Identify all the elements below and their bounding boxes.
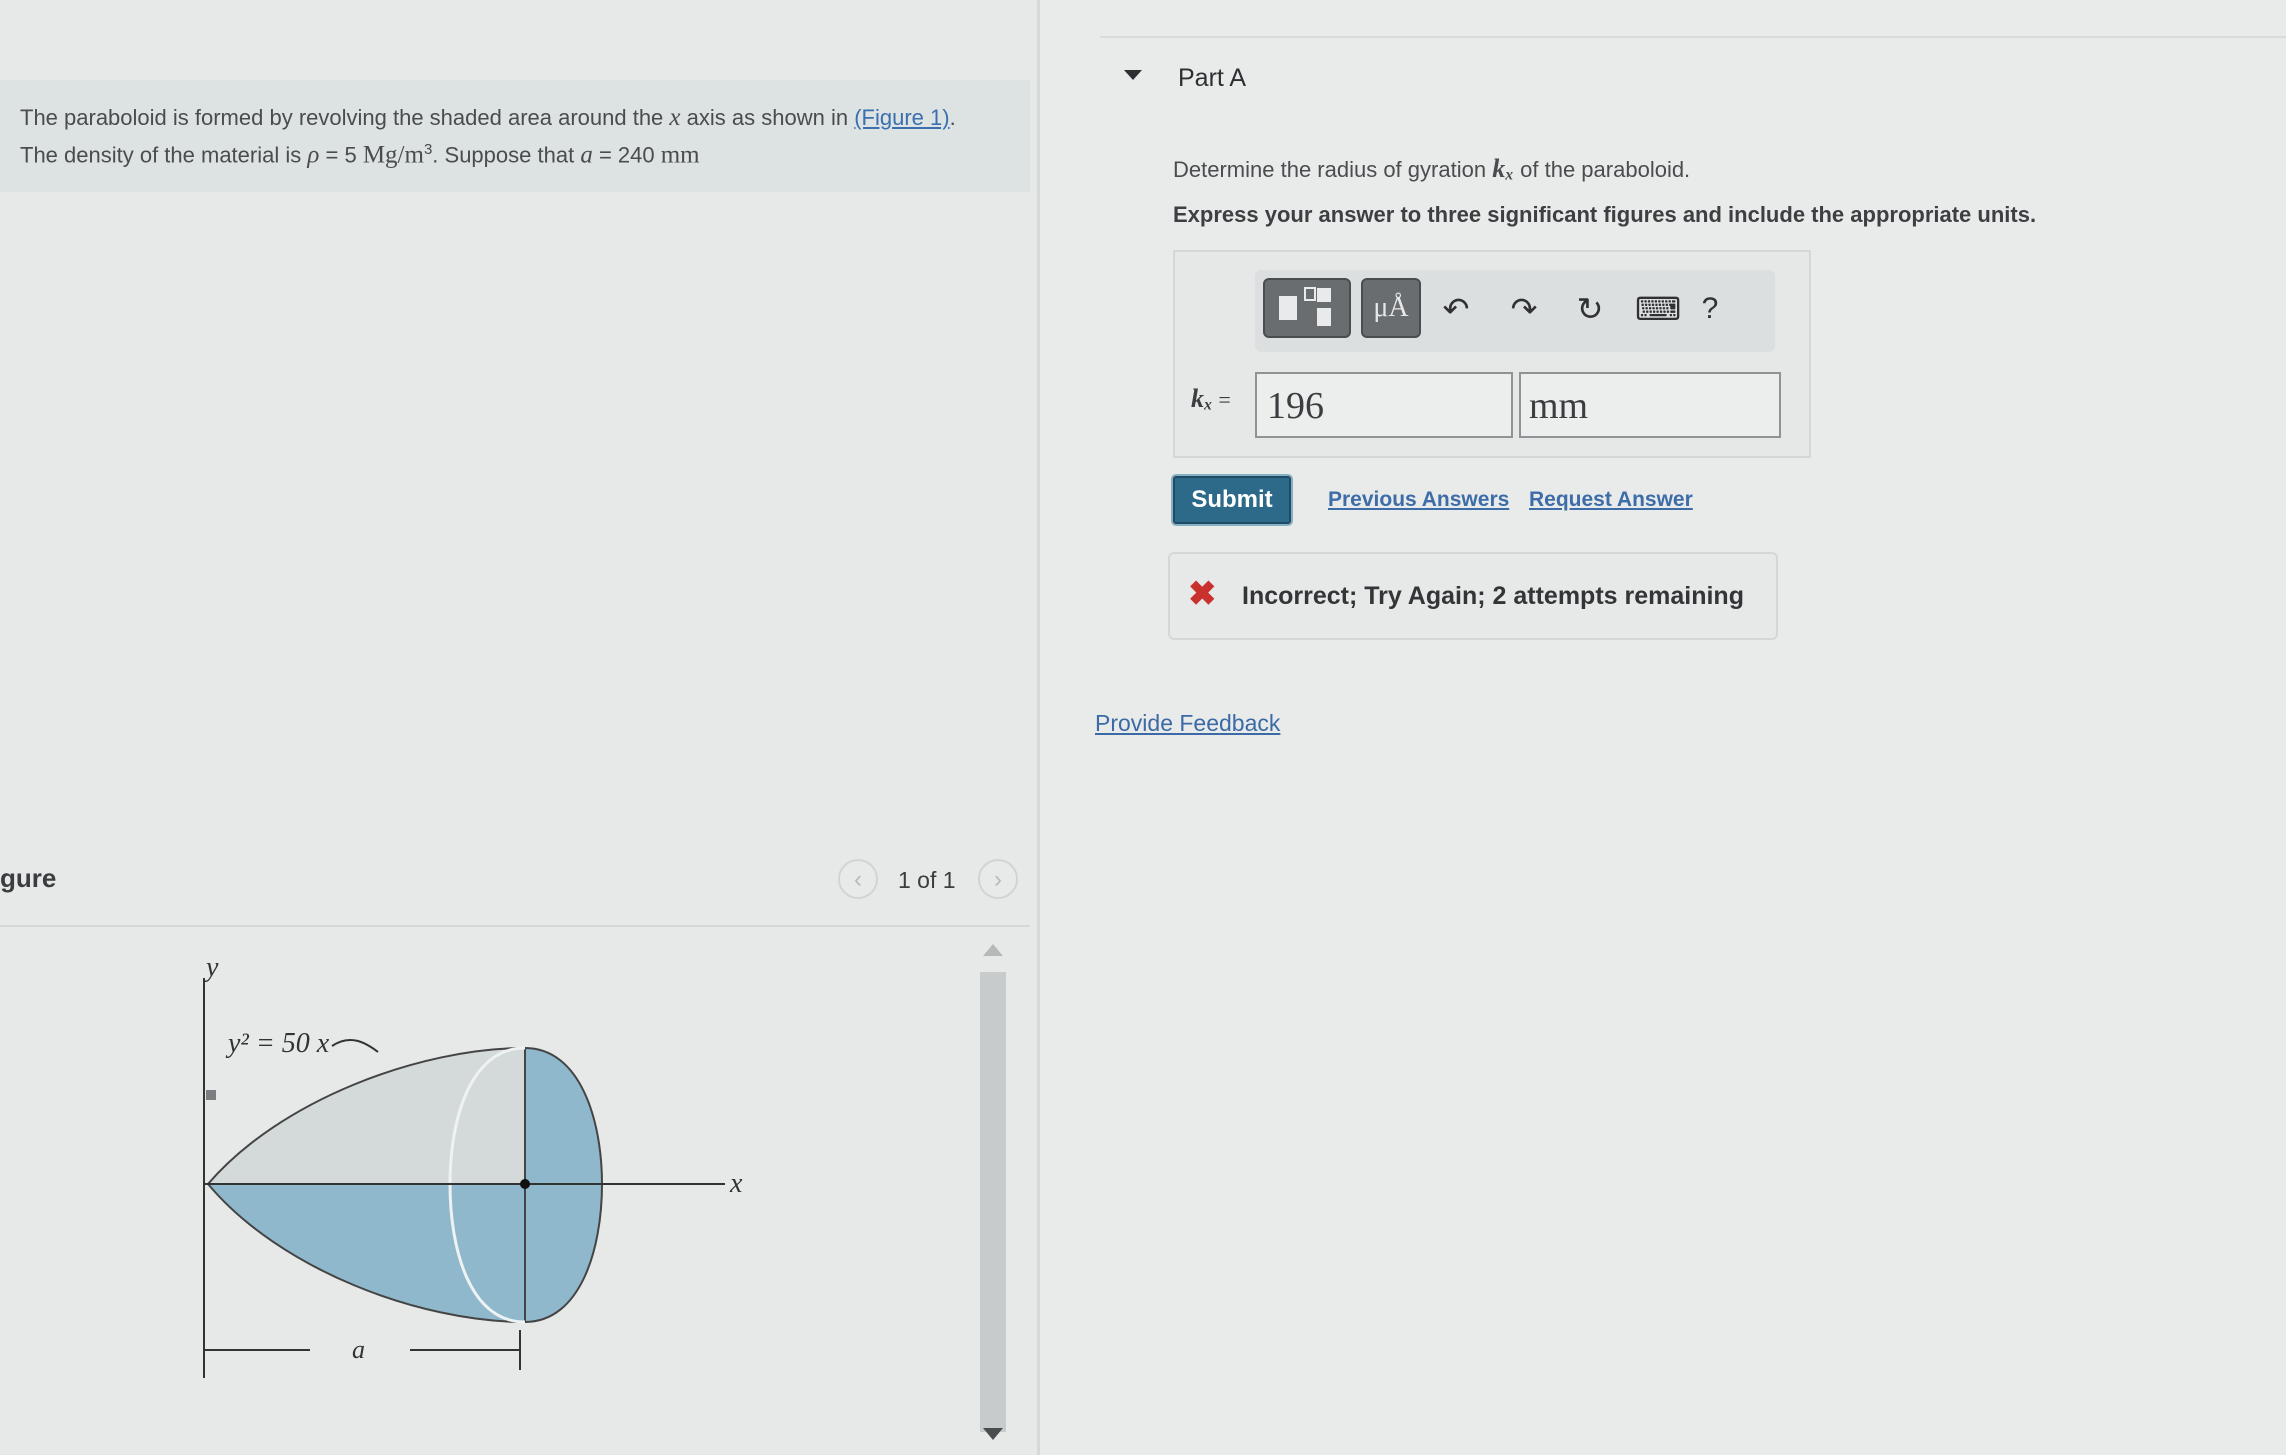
dimension-a-label: a [352, 1335, 365, 1364]
paraboloid-figure: y x y² = 50 x a [203, 952, 743, 1378]
problem-pane: The paraboloid is formed by revolving th… [0, 0, 1040, 1455]
next-figure-button[interactable]: › [978, 859, 1018, 899]
answer-box: μÅ ↶ ↷ ↻ ⌨ ? kₓ = 196 mm [1173, 250, 1811, 458]
question-var: kₓ [1492, 154, 1515, 183]
math-toolbar: μÅ ↶ ↷ ↻ ⌨ ? [1255, 270, 1775, 352]
figure-title: gure [0, 863, 57, 893]
reset-icon[interactable]: ↻ [1569, 288, 1611, 330]
problem-text: The paraboloid is formed by revolving th… [20, 102, 1020, 171]
centroid-dot [520, 1179, 530, 1189]
templates-button[interactable] [1263, 278, 1351, 338]
rho-value: = 5 [325, 142, 357, 168]
problem-line2-mid: . Suppose that [432, 142, 575, 168]
question-suffix: of the paraboloid. [1520, 157, 1691, 182]
units-button[interactable]: μÅ [1361, 278, 1421, 338]
rho-unit: Mg/m [362, 141, 424, 169]
keyboard-icon[interactable]: ⌨ [1635, 288, 1681, 330]
value-input[interactable]: 196 [1255, 372, 1513, 438]
figure-area: y x y² = 50 x a [0, 930, 1030, 1455]
equation-leader [331, 1038, 379, 1053]
templates-icon [1279, 287, 1331, 326]
equation-label: y² = 50 x [225, 1028, 330, 1059]
problem-statement: The paraboloid is formed by revolving th… [0, 80, 1030, 192]
feedback-message: Incorrect; Try Again; 2 attempts remaini… [1242, 582, 1744, 610]
error-x-icon: ✖ [1188, 575, 1217, 613]
divider [1100, 36, 2286, 38]
part-title: Part A [1178, 64, 1247, 92]
instruction-text: Express your answer to three significant… [1173, 202, 2037, 227]
x-axis-label: x [729, 1168, 743, 1199]
chevron-left-icon: ‹ [854, 866, 862, 893]
collapse-triangle-icon[interactable] [1124, 70, 1142, 80]
answer-equals: = [1218, 387, 1231, 412]
a-unit: mm [660, 141, 700, 169]
answer-pane: Part A Determine the radius of gyration … [1040, 0, 2286, 1455]
unit-input[interactable]: mm [1519, 372, 1781, 438]
scroll-down-icon[interactable] [983, 1428, 1003, 1440]
problem-line2-prefix: The density of the material is [20, 142, 302, 168]
redo-icon[interactable]: ↷ [1503, 288, 1545, 330]
problem-line1-prefix: The paraboloid is formed by revolving th… [20, 105, 664, 130]
request-answer-link[interactable]: Request Answer [1529, 488, 1693, 512]
figure-pager: ‹ 1 of 1 › [838, 855, 1018, 905]
figure-scrollbar[interactable] [975, 940, 1011, 1450]
a-value: = 240 [598, 142, 655, 168]
axis-symbol: x [669, 104, 681, 131]
help-icon[interactable]: ? [1689, 288, 1731, 330]
scroll-thumb[interactable] [980, 972, 1006, 1432]
axis-marker [206, 1090, 216, 1100]
a-symbol: a [580, 141, 593, 169]
answer-var: kₓ [1191, 384, 1213, 413]
figure-link[interactable]: (Figure 1) [854, 105, 949, 130]
feedback-box: ✖ Incorrect; Try Again; 2 attempts remai… [1168, 552, 1778, 640]
pager-count: 1 of 1 [898, 867, 956, 893]
undo-icon[interactable]: ↶ [1435, 288, 1477, 330]
figure-header: gure ‹ 1 of 1 › [0, 855, 1030, 927]
chevron-right-icon: › [994, 866, 1002, 893]
paraboloid-shaded-area [205, 1183, 526, 1324]
provide-feedback-link[interactable]: Provide Feedback [1095, 710, 1280, 737]
y-axis-label: y [203, 952, 219, 983]
scroll-up-icon[interactable] [983, 944, 1003, 956]
question-text: Determine the radius of gyration kₓ of t… [1173, 154, 1690, 184]
page: The paraboloid is formed by revolving th… [0, 0, 2286, 1455]
rho-symbol: ρ [307, 141, 320, 169]
answer-label: kₓ = [1191, 384, 1231, 414]
paraboloid-upper [205, 1046, 526, 1185]
submit-button[interactable]: Submit [1173, 476, 1291, 524]
problem-line1-mid: axis as shown in [686, 105, 849, 130]
question-prefix: Determine the radius of gyration [1173, 157, 1487, 182]
problem-line1-end: . [949, 105, 956, 130]
prev-figure-button[interactable]: ‹ [838, 859, 878, 899]
previous-answers-link[interactable]: Previous Answers [1328, 488, 1509, 512]
